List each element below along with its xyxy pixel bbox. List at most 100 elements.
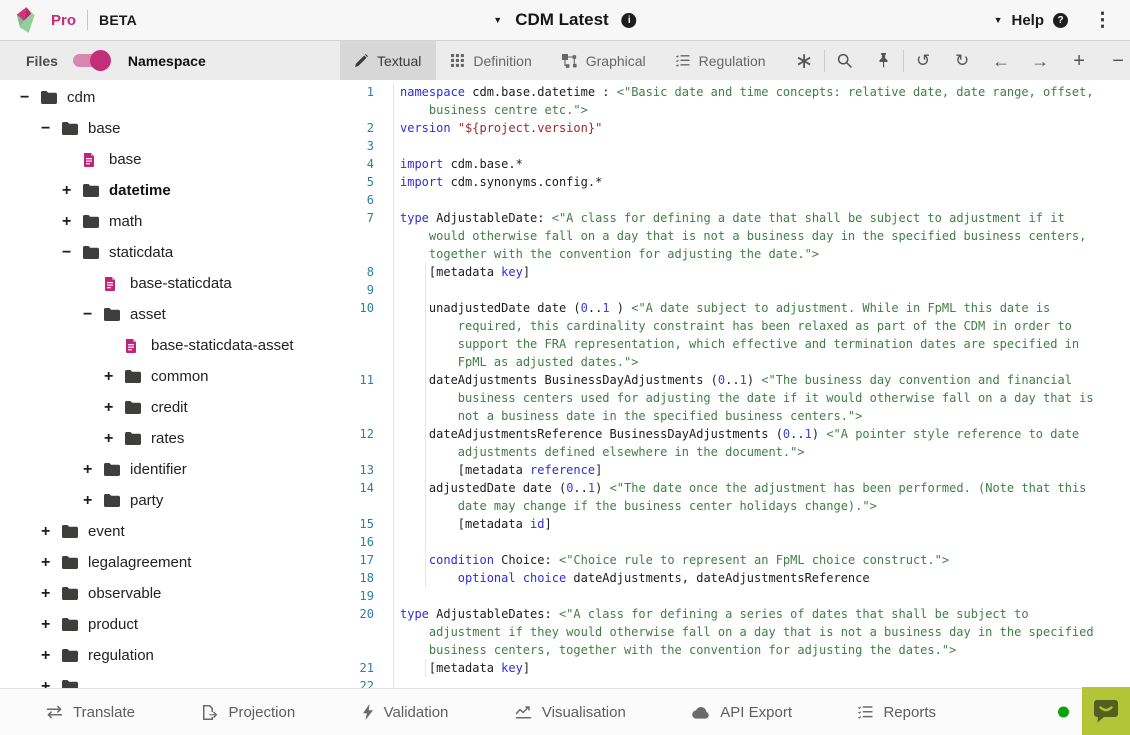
code-line: 3 — [340, 137, 1130, 155]
code-line: 21[metadata key] — [340, 659, 1130, 677]
code-line-text: namespace cdm.base.datetime : <"Basic da… — [394, 83, 1130, 119]
tab-definition[interactable]: Definition — [436, 41, 546, 80]
tab-regulation[interactable]: Regulation — [661, 41, 781, 80]
expand-icon[interactable]: + — [41, 554, 62, 572]
file-icon — [104, 277, 120, 291]
tree-item-rates[interactable]: +rates — [0, 423, 340, 454]
tree-item-item[interactable]: + — [0, 671, 340, 688]
tree-item-cdm[interactable]: −cdm — [0, 82, 340, 113]
arrow-left-icon[interactable]: ← — [982, 52, 1021, 70]
tab-graphical[interactable]: Graphical — [547, 41, 661, 80]
line-number: 8 — [340, 263, 394, 281]
expand-icon[interactable]: + — [83, 461, 104, 479]
folder-icon — [83, 184, 99, 197]
collapse-icon[interactable]: − — [41, 120, 62, 138]
redo-icon[interactable]: ↻ — [943, 52, 982, 69]
help-menu[interactable]: Help — [1011, 12, 1044, 29]
line-number: 2 — [340, 119, 394, 137]
pin-icon[interactable] — [864, 53, 903, 68]
tree-item-label: product — [88, 616, 138, 633]
undo-icon[interactable]: ↺ — [904, 52, 943, 69]
code-line-text — [394, 137, 1130, 155]
tab-textual[interactable]: Textual — [340, 41, 436, 80]
expand-icon[interactable]: + — [62, 213, 83, 231]
line-number: 21 — [340, 659, 394, 677]
expand-icon[interactable]: + — [104, 399, 125, 417]
asterisk-icon[interactable]: ∗ — [785, 50, 824, 72]
search-icon[interactable] — [825, 53, 864, 68]
reports-icon — [858, 705, 873, 719]
folder-icon — [83, 246, 99, 259]
arrow-right-icon[interactable]: → — [1021, 52, 1060, 70]
expand-icon[interactable]: + — [41, 647, 62, 665]
tree-item-common[interactable]: + common — [0, 361, 340, 392]
code-line: 5import cdm.synonyms.config.* — [340, 173, 1130, 191]
expand-icon[interactable]: + — [83, 492, 104, 510]
question-icon[interactable]: ? — [1053, 13, 1068, 28]
expand-icon[interactable]: + — [41, 616, 62, 634]
collapse-icon[interactable]: − — [20, 89, 41, 107]
tree-item-base-staticdata-asset[interactable]: base-staticdata-asset — [0, 330, 340, 361]
tree-item-observable[interactable]: +observable — [0, 578, 340, 609]
chat-launcher-button[interactable] — [1082, 687, 1130, 735]
tree-item-identifier[interactable]: +identifier — [0, 454, 340, 485]
tree-item-asset[interactable]: −asset — [0, 299, 340, 330]
expand-icon[interactable]: + — [41, 678, 62, 689]
tree-item-product[interactable]: + product — [0, 609, 340, 640]
grid-icon — [451, 54, 464, 67]
code-line-text: optional choice dateAdjustments, dateAdj… — [394, 569, 1130, 587]
namespace-label: Namespace — [128, 53, 206, 69]
bottom-item-validation[interactable]: Validation — [362, 704, 449, 721]
checklist-icon — [676, 54, 690, 67]
folder-icon — [62, 556, 78, 569]
tree-item-regulation[interactable]: + regulation — [0, 640, 340, 671]
pro-label: Pro — [51, 12, 76, 29]
tab-label: Regulation — [699, 53, 766, 69]
bottom-item-reports[interactable]: Reports — [858, 704, 936, 721]
files-label: Files — [26, 53, 58, 69]
tree-item-label: datetime — [109, 182, 171, 199]
tree-item-label: base — [88, 120, 121, 137]
chevron-down-icon: ▼ — [994, 15, 1003, 25]
expand-icon[interactable]: + — [104, 368, 125, 386]
code-editor[interactable]: 1namespace cdm.base.datetime : <"Basic d… — [340, 80, 1130, 688]
bottom-item-visualisation[interactable]: Visualisation — [515, 704, 626, 721]
tree-item-label: legalagreement — [88, 554, 191, 571]
expand-icon[interactable]: + — [104, 430, 125, 448]
tree-item-datetime[interactable]: + datetime — [0, 175, 340, 206]
info-icon[interactable]: i — [622, 13, 637, 28]
tree-item-base[interactable]: base — [0, 144, 340, 175]
tree-item-credit[interactable]: +credit — [0, 392, 340, 423]
tree-item-math[interactable]: +math — [0, 206, 340, 237]
folder-icon — [104, 463, 120, 476]
tree-item-party[interactable]: +party — [0, 485, 340, 516]
tree-item-staticdata[interactable]: −staticdata — [0, 237, 340, 268]
tree-item-label: common — [151, 368, 209, 385]
line-number: 12 — [340, 425, 394, 461]
expand-icon[interactable]: + — [62, 182, 83, 200]
files-namespace-toggle[interactable] — [73, 54, 107, 67]
bottom-item-projection[interactable]: Projection — [201, 704, 295, 721]
tree-item-event[interactable]: +event — [0, 516, 340, 547]
brand-divider — [87, 10, 88, 30]
bottom-item-api-export[interactable]: API Export — [692, 704, 792, 721]
code-line-text: [metadata reference] — [394, 461, 1130, 479]
tree-item-legalagreement[interactable]: + legalagreement — [0, 547, 340, 578]
kebab-menu-icon[interactable]: ⋮ — [1093, 9, 1112, 32]
code-line: 14adjustedDate date (0..1) <"The date on… — [340, 479, 1130, 515]
collapse-icon[interactable]: − — [83, 306, 104, 324]
collapse-icon[interactable]: − — [62, 244, 83, 262]
tree-item-label: regulation — [88, 647, 154, 664]
expand-icon[interactable]: + — [41, 523, 62, 541]
line-number: 4 — [340, 155, 394, 173]
tree-item-base[interactable]: − base — [0, 113, 340, 144]
bottom-item-translate[interactable]: Translate — [46, 704, 135, 721]
expand-icon[interactable]: + — [41, 585, 62, 603]
tab-label: Textual — [377, 53, 421, 69]
minus-icon[interactable]: − — [1099, 51, 1130, 71]
plus-icon[interactable]: + — [1060, 51, 1099, 71]
tree-item-base-staticdata[interactable]: base-staticdata — [0, 268, 340, 299]
translate-icon — [46, 705, 63, 719]
model-selector[interactable]: ▼ CDM Latest i — [493, 0, 636, 40]
bottom-item-label: Visualisation — [542, 704, 626, 721]
